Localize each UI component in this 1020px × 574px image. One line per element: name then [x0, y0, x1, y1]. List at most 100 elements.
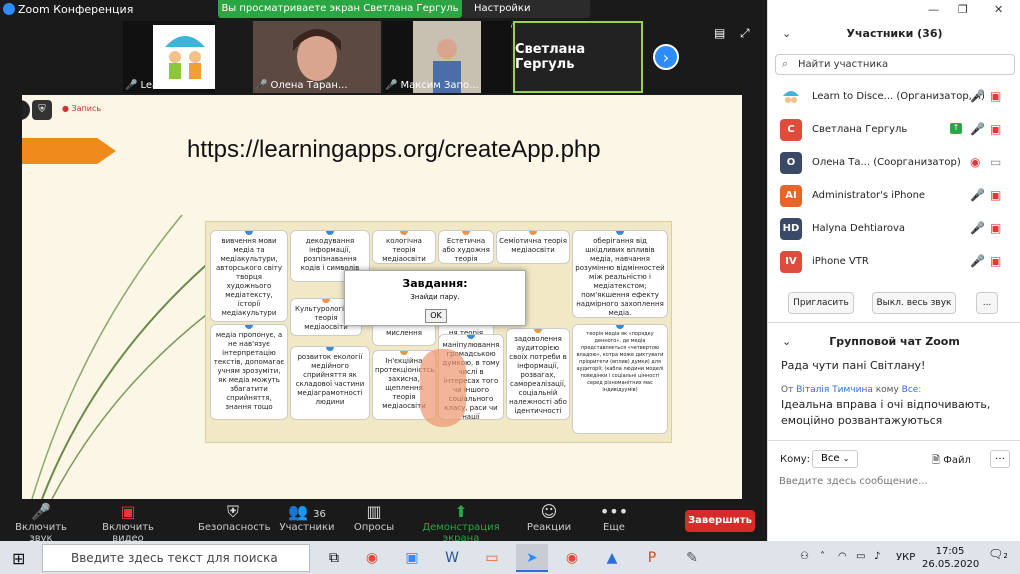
- sender-name[interactable]: Віталія Тимчина: [796, 385, 873, 395]
- start-video-button[interactable]: ▣ Включить видео: [88, 502, 168, 544]
- layout-icon[interactable]: ▤: [714, 26, 725, 40]
- game-card[interactable]: оберігання від шкідливих впливів медіа, …: [572, 230, 668, 318]
- game-card[interactable]: кологічна теорія медіаосвіти: [372, 230, 436, 264]
- participants-count: 36: [313, 509, 326, 520]
- fullscreen-icon[interactable]: ⤢: [740, 26, 750, 41]
- video-off-icon: ▣: [990, 254, 1002, 268]
- chat-message-meta: От Віталія Тимчина кому Все:: [781, 385, 921, 395]
- pin-icon: [462, 231, 470, 235]
- pin-icon: [245, 231, 253, 235]
- video-thumbnail[interactable]: 🎤 Олена Таран...: [253, 21, 381, 93]
- participant-row[interactable]: С Светлана Гергуль ↑ 🎤 ▣: [780, 119, 1012, 143]
- video-thumbnail[interactable]: 🎤 Learn to Disc...: [123, 21, 215, 93]
- mute-all-button[interactable]: Выкл. весь звук: [872, 292, 956, 314]
- active-speaker-thumbnail[interactable]: Светлана Гергуль: [513, 21, 643, 93]
- participants-button[interactable]: 👥 36 Участники: [278, 502, 336, 533]
- dialog-ok-button[interactable]: OK: [425, 309, 447, 323]
- pin-icon: [322, 299, 330, 303]
- app-icon[interactable]: ✎: [676, 544, 708, 572]
- photos-icon[interactable]: ▲: [596, 544, 628, 572]
- folder-icon[interactable]: ▭: [476, 544, 508, 572]
- close-icon[interactable]: ✕: [994, 3, 1003, 16]
- invite-button[interactable]: Пригласить: [788, 292, 854, 314]
- game-card[interactable]: задоволення аудиторією своїх потреби в і…: [506, 328, 570, 420]
- participant-search-input[interactable]: Найти участника: [775, 54, 1015, 75]
- card-text: мислення: [386, 329, 422, 337]
- telegram-icon[interactable]: ➤: [516, 544, 548, 572]
- pin-icon: [467, 335, 475, 339]
- minimize-icon[interactable]: —: [928, 3, 939, 16]
- view-options-button[interactable]: Настройки просмотра ▾: [462, 0, 590, 32]
- chrome-icon[interactable]: ◉: [356, 544, 388, 572]
- zoom-app-icon[interactable]: ▣: [396, 544, 428, 572]
- file-icon: 🗎: [932, 455, 941, 466]
- game-card[interactable]: розвиток екології медійного сприйняття я…: [290, 346, 370, 420]
- participant-row[interactable]: HD Halyna Dehtiarova 🎤 ▣: [780, 218, 1012, 242]
- more-label: Еще: [603, 522, 625, 533]
- participant-name: Learn to Disce... (Организатор, я): [812, 91, 985, 102]
- language-indicator[interactable]: УКР: [896, 552, 915, 563]
- volume-icon[interactable]: ♪: [874, 551, 880, 562]
- video-off-icon: ▣: [990, 89, 1002, 103]
- video-thumbnail[interactable]: 🎤 Максим Запо...: [383, 21, 511, 93]
- notifications-icon[interactable]: 🗨2: [988, 547, 1008, 567]
- slide-arrow-decoration: [22, 138, 116, 164]
- video-off-icon: ▣: [990, 221, 1002, 235]
- recipient-select[interactable]: Все ⌄: [812, 450, 858, 468]
- pin-icon: [326, 347, 334, 351]
- participant-row[interactable]: AI Administrator's iPhone 🎤 ▣: [780, 185, 1012, 209]
- sharing-icon: ↑: [950, 123, 962, 134]
- participant-row[interactable]: Learn to Disce... (Организатор, я) 🎤 ▣: [780, 86, 1012, 110]
- polls-button[interactable]: ▥ Опросы: [350, 502, 398, 533]
- divider: [768, 440, 1020, 441]
- windows-start-icon[interactable]: ⊞: [12, 549, 25, 568]
- taskbar-search-input[interactable]: Введите здесь текст для поиска: [42, 544, 310, 572]
- pointer-hand-icon: [420, 349, 466, 427]
- game-card[interactable]: медіа пропонує, а не нав'язує інтерпрета…: [210, 324, 288, 420]
- avatar: HD: [780, 218, 802, 240]
- share-screen-button[interactable]: ⬆ Демонстрация экрана: [408, 502, 514, 544]
- unmute-button[interactable]: 🎤 Включить звук: [6, 502, 76, 544]
- next-page-arrow-icon[interactable]: ›: [653, 44, 679, 70]
- notifications-count: 2: [1003, 552, 1008, 560]
- card-text: декодування інформації, розпізнавання ко…: [300, 237, 360, 272]
- game-card[interactable]: Семіотична теорія медіаосвіти: [496, 230, 570, 264]
- network-icon[interactable]: ▭: [856, 551, 865, 562]
- thumbnail-caption: Максим Запо...: [400, 80, 479, 91]
- reactions-button[interactable]: ☺ Реакции: [522, 502, 576, 533]
- word-icon[interactable]: W: [436, 544, 468, 572]
- chevron-up-icon[interactable]: ˄: [820, 551, 825, 562]
- wifi-icon[interactable]: ◠: [838, 551, 847, 562]
- participant-row[interactable]: О Олена Та... (Соорганизатор) ◉ ▭: [780, 152, 1012, 176]
- game-card[interactable]: теорія медіа як «порядку денного», де ме…: [572, 324, 668, 434]
- shield-icon[interactable]: ⛨: [32, 100, 52, 120]
- mic-muted-icon: 🎤: [255, 80, 268, 91]
- powerpoint-icon[interactable]: P: [636, 544, 668, 572]
- clock[interactable]: 17:05 26.05.2020: [922, 545, 979, 571]
- game-card[interactable]: вивчення мови медіа та медіакультури, ав…: [210, 230, 288, 322]
- recording-indicator: ● Запись: [62, 104, 102, 113]
- clock-time: 17:05: [935, 546, 965, 557]
- game-card[interactable]: Естетична або художня теорія медіаосвіти: [438, 230, 494, 264]
- participants-more-button[interactable]: ...: [976, 292, 998, 314]
- participant-row[interactable]: IV iPhone VTR 🎤 ▣: [780, 251, 1012, 275]
- file-button[interactable]: 🗎 Файл: [932, 453, 971, 470]
- people-icon[interactable]: ⚇: [800, 551, 809, 562]
- chat-more-button[interactable]: …: [990, 450, 1010, 468]
- ellipsis-icon: •••: [599, 502, 629, 521]
- chrome-icon[interactable]: ◉: [556, 544, 588, 572]
- end-meeting-button[interactable]: Завершить: [685, 510, 755, 532]
- security-button[interactable]: ⛨ Безопасность: [198, 502, 271, 533]
- more-button[interactable]: ••• Еще: [594, 502, 634, 533]
- card-text: кологічна теорія медіаосвіти: [382, 237, 426, 263]
- task-view-icon[interactable]: ⧉: [318, 544, 350, 572]
- restore-icon[interactable]: ❐: [958, 3, 968, 16]
- to-label: Кому:: [780, 454, 811, 465]
- participant-name: Halyna Dehtiarova: [812, 223, 906, 234]
- recording-icon: ◉: [970, 155, 981, 169]
- chat-input[interactable]: Введите здесь сообщение...: [779, 476, 928, 487]
- polls-label: Опросы: [353, 522, 395, 533]
- participants-title: Участники (36): [846, 27, 943, 40]
- learn-to-discern-avatar-icon: [783, 91, 799, 103]
- smile-icon: ☺: [540, 502, 558, 521]
